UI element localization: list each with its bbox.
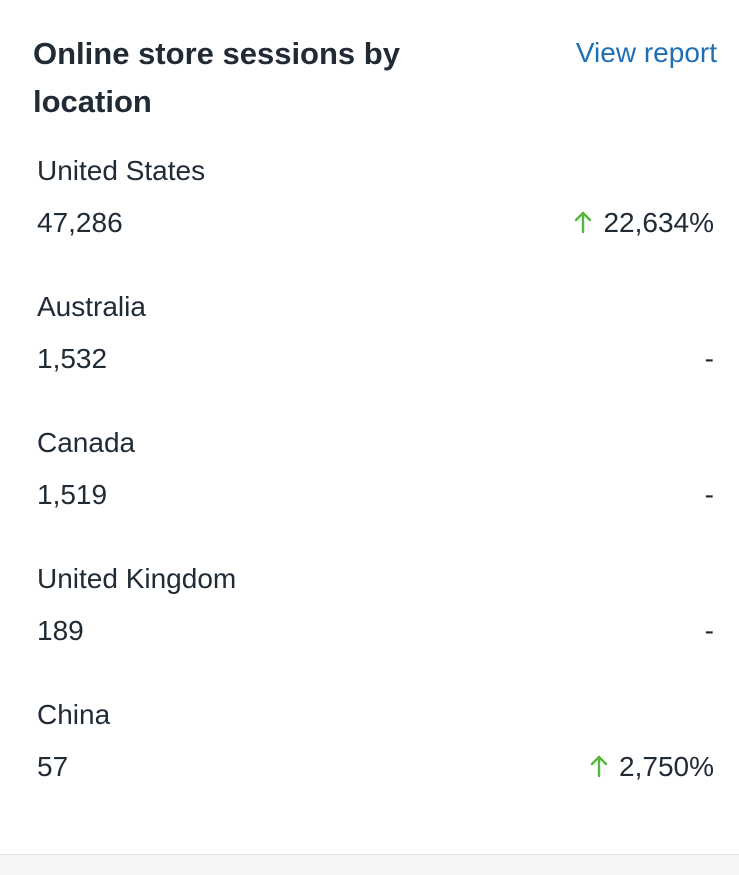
value-line: 1,532 - [37, 336, 714, 382]
country-name: Australia [37, 291, 146, 322]
list-item-australia: Australia 1,532 - [37, 284, 714, 420]
change-value: - [704, 479, 714, 510]
country-name: United Kingdom [37, 563, 237, 594]
value-line: 1,519 - [37, 472, 714, 518]
change-value: 22,634% [603, 207, 714, 238]
session-count: 189 [37, 615, 84, 646]
change-indicator: - [705, 343, 714, 375]
change-indicator: - [705, 479, 714, 511]
session-count: 47,286 [37, 207, 123, 238]
sessions-by-location-card: Online store sessions by location View r… [0, 0, 739, 855]
view-report-link[interactable]: View report [576, 30, 717, 76]
list-item-united-kingdom: United Kingdom 189 - [37, 556, 714, 692]
arrow-up-icon [575, 211, 592, 234]
change-value: - [704, 615, 714, 646]
value-line: 189 - [37, 608, 714, 654]
change-value: 2,750% [619, 751, 714, 782]
change-indicator: 2,750% [590, 751, 714, 783]
change-indicator: 22,634% [574, 207, 714, 239]
change-indicator: - [705, 615, 714, 647]
change-value: - [704, 343, 714, 374]
session-count: 1,519 [37, 479, 108, 510]
country-name: China [37, 699, 111, 730]
country-name: United States [37, 155, 206, 186]
value-line: 47,286 22,634% [37, 200, 714, 246]
list-item-canada: Canada 1,519 - [37, 420, 714, 556]
list-item-united-states: United States 47,286 22,634% [37, 148, 714, 284]
list-item-china: China 57 2,750% [37, 692, 714, 828]
country-name: Canada [37, 427, 136, 458]
value-line: 57 2,750% [37, 744, 714, 790]
session-count: 1,532 [37, 343, 108, 374]
card-title: Online store sessions by location [33, 36, 400, 119]
session-count: 57 [37, 751, 69, 782]
location-list: United States 47,286 22,634% Australia 1… [37, 148, 714, 828]
card-header: Online store sessions by location View r… [33, 30, 717, 126]
arrow-up-icon [590, 755, 608, 778]
